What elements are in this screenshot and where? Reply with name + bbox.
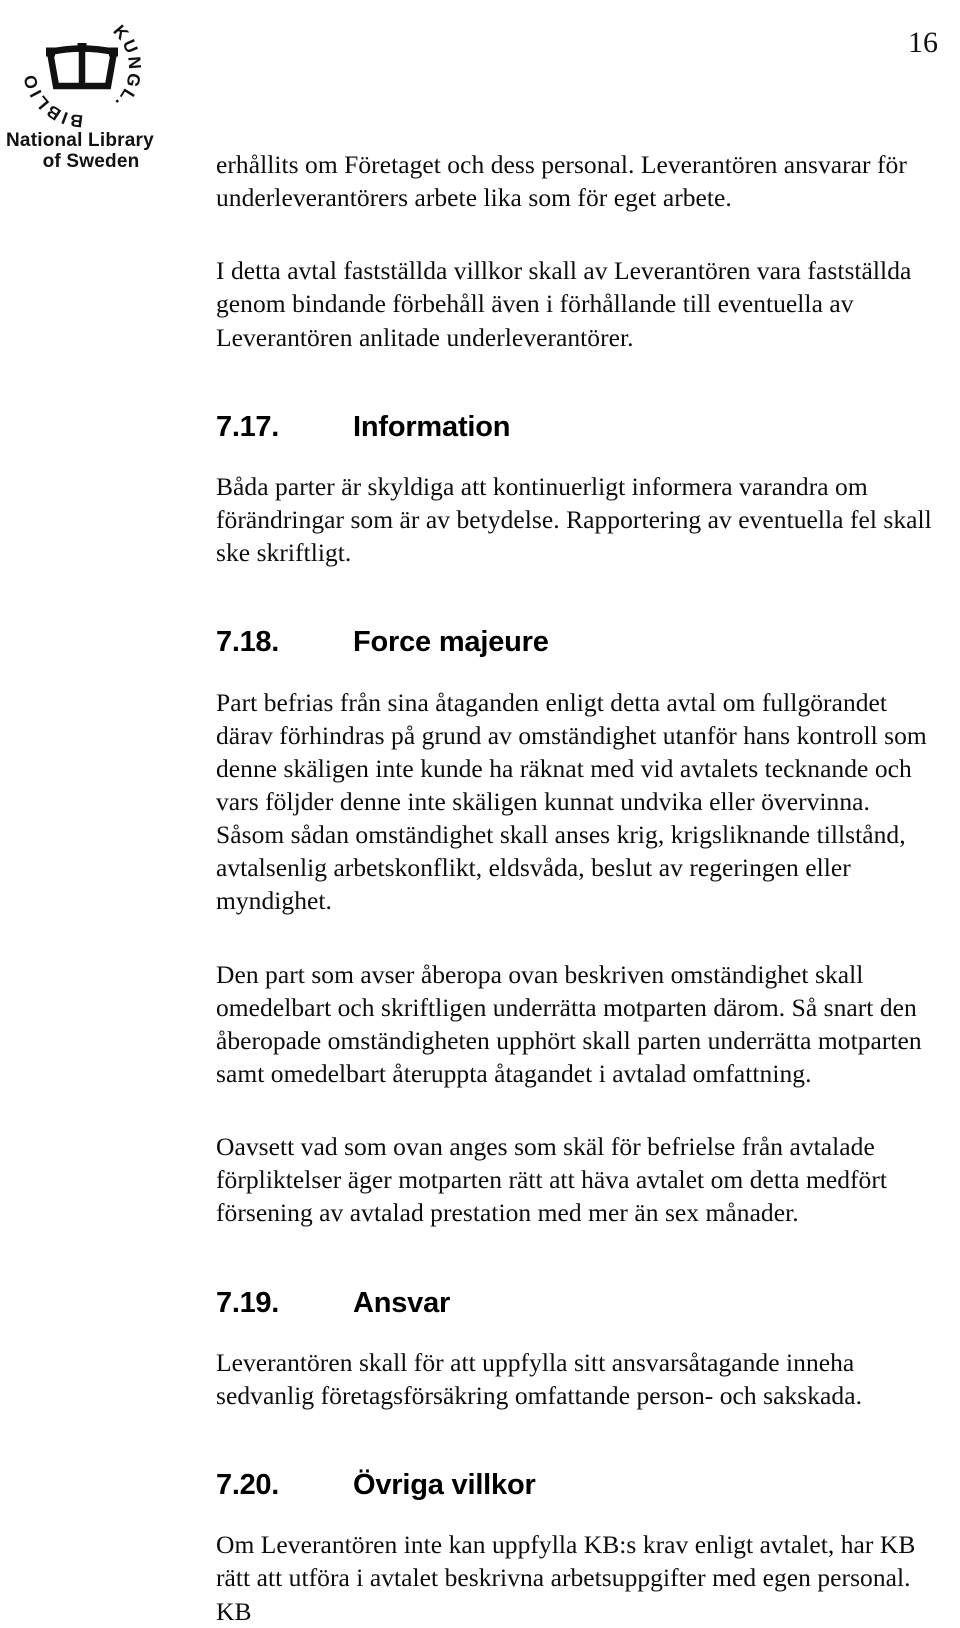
national-library-logo: KUNGL. BIBLIOTEKET. National xyxy=(4,2,174,172)
document-page: KUNGL. BIBLIOTEKET. National xyxy=(0,0,960,1626)
paragraph-force-majeure-definition: Part befrias från sina åtaganden enligt … xyxy=(216,687,927,916)
paragraph-ansvar: Leverantören skall för att uppfylla sitt… xyxy=(216,1347,863,1410)
heading-7-20: 7.20. Övriga villkor xyxy=(216,1468,940,1502)
paragraph-force-majeure-notice: Den part som avser åberopa ovan beskrive… xyxy=(216,959,922,1088)
svg-text:KUNGL.: KUNGL. xyxy=(109,21,145,115)
logo-wordmark-line2: of Sweden xyxy=(42,151,140,173)
heading-7-20-title: Övriga villkor xyxy=(353,1469,536,1502)
text-column: erhållits om Företaget och dess personal… xyxy=(216,148,940,1628)
heading-7-18-title: Force majeure xyxy=(353,626,549,659)
logo-wordmark: National Library of Sweden xyxy=(4,130,176,173)
page-number: 16 xyxy=(908,26,938,59)
logo-wordmark-line1: National Library xyxy=(6,130,154,151)
paragraph-avtal-villkor: I detta avtal fastställda villkor skall … xyxy=(216,256,912,352)
heading-7-17-title: Information xyxy=(353,410,511,443)
paragraph-continued-personal: erhållits om Företaget och dess personal… xyxy=(216,150,907,213)
heading-7-17-number: 7.17. xyxy=(216,410,279,443)
heading-7-20-number: 7.20. xyxy=(216,1469,279,1502)
paragraph-information: Båda parter är skyldiga att kontinuerlig… xyxy=(216,471,932,568)
heading-7-18: 7.18. Force majeure xyxy=(216,625,940,659)
paragraph-force-majeure-termination: Oavsett vad som ovan anges som skäl för … xyxy=(216,1132,888,1228)
kungl-biblioteket-seal-icon: KUNGL. BIBLIOTEKET. xyxy=(18,4,146,132)
heading-7-19: 7.19. Ansvar xyxy=(216,1286,940,1320)
paragraph-ovriga-villkor: Om Leverantören inte kan uppfylla KB:s k… xyxy=(216,1530,916,1626)
heading-7-19-number: 7.19. xyxy=(216,1286,279,1319)
heading-7-18-number: 7.18. xyxy=(216,626,279,659)
heading-7-19-title: Ansvar xyxy=(353,1286,451,1319)
heading-7-17: 7.17. Information xyxy=(216,410,940,444)
